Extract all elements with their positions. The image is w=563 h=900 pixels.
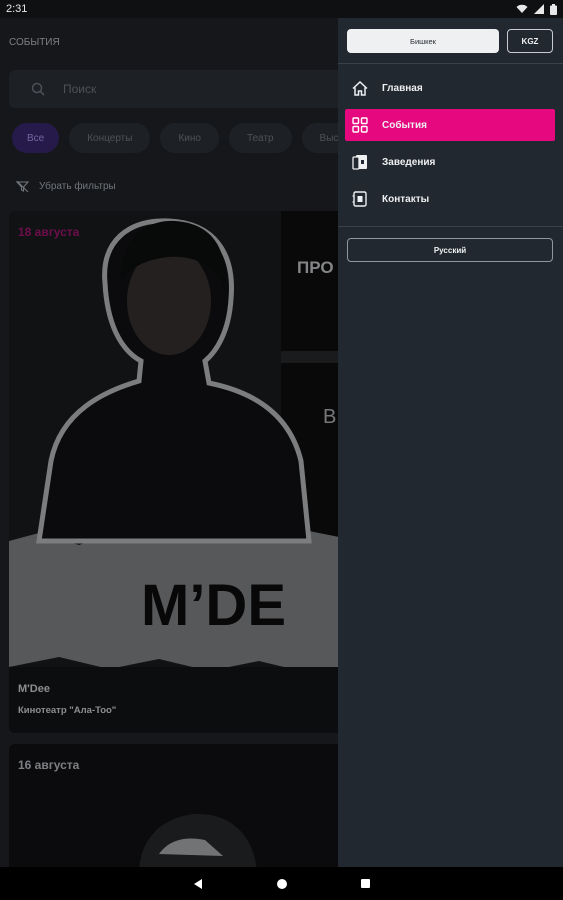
menu-item-venues[interactable]: Заведения	[345, 146, 555, 178]
status-bar: 2:31	[0, 0, 563, 18]
drawer-menu: Главная События Заведения Контакты	[338, 72, 563, 220]
menu-item-label: События	[382, 119, 427, 131]
poster-text-large: M’DE	[141, 573, 286, 638]
poster-text-side: В	[323, 406, 336, 428]
event-date: 18 августа	[18, 225, 80, 239]
venue-icon	[351, 153, 369, 171]
filter-off-icon	[16, 181, 29, 192]
home-circle-icon[interactable]	[276, 878, 288, 890]
back-icon[interactable]	[192, 878, 204, 890]
filter-chips: Все Концерты Кино Театр Выст	[12, 123, 361, 153]
chip-theatre[interactable]: Театр	[228, 123, 292, 153]
grid-icon	[351, 116, 369, 134]
screen: 2:31 СОБЫТИЯ Поиск Все Концерты Кино Теа…	[0, 0, 563, 900]
battery-icon	[550, 3, 557, 15]
chip-cinema[interactable]: Кино	[160, 123, 219, 153]
recents-icon[interactable]	[360, 878, 371, 889]
event-title: M'Dee	[18, 683, 50, 695]
home-icon	[351, 79, 369, 97]
drawer-header: Бишкек KGZ	[338, 18, 563, 64]
chip-all[interactable]: Все	[12, 123, 60, 153]
drawer-divider	[338, 226, 563, 227]
clear-filters-label: Убрать фильтры	[39, 181, 116, 192]
search-placeholder: Поиск	[63, 82, 97, 96]
event-card[interactable]: ПРО В M’DE 18 августа M'Dee Кинотеатр "А…	[9, 211, 349, 733]
menu-item-label: Заведения	[382, 156, 436, 168]
currency-button[interactable]: KGZ	[507, 29, 553, 53]
search-icon	[31, 82, 45, 96]
event-date: 16 августа	[18, 758, 80, 772]
menu-item-contacts[interactable]: Контакты	[345, 183, 555, 215]
clear-filters-button[interactable]: Убрать фильтры	[16, 181, 116, 192]
status-time: 2:31	[6, 3, 28, 15]
language-button[interactable]: Русский	[347, 238, 553, 262]
event-poster: ПРО В M’DE	[9, 211, 349, 733]
menu-item-label: Контакты	[382, 193, 430, 205]
search-input[interactable]: Поиск	[9, 70, 354, 108]
page-title: СОБЫТИЯ	[9, 36, 60, 48]
menu-item-events[interactable]: События	[345, 109, 555, 141]
navigation-drawer: Бишкек KGZ Главная События Заведения Кон…	[338, 18, 563, 867]
signal-icon	[534, 4, 544, 14]
menu-item-label: Главная	[382, 82, 423, 94]
menu-item-home[interactable]: Главная	[345, 72, 555, 104]
wifi-icon	[516, 4, 528, 13]
poster-text-small: ПРО	[297, 258, 334, 277]
event-venue: Кинотеатр "Ала-Too"	[18, 705, 117, 716]
event-card[interactable]: 16 августа	[9, 744, 349, 874]
contacts-icon	[351, 190, 369, 208]
system-nav-bar	[0, 867, 563, 900]
chip-concerts[interactable]: Концерты	[69, 123, 151, 153]
city-button[interactable]: Бишкек	[347, 29, 499, 53]
